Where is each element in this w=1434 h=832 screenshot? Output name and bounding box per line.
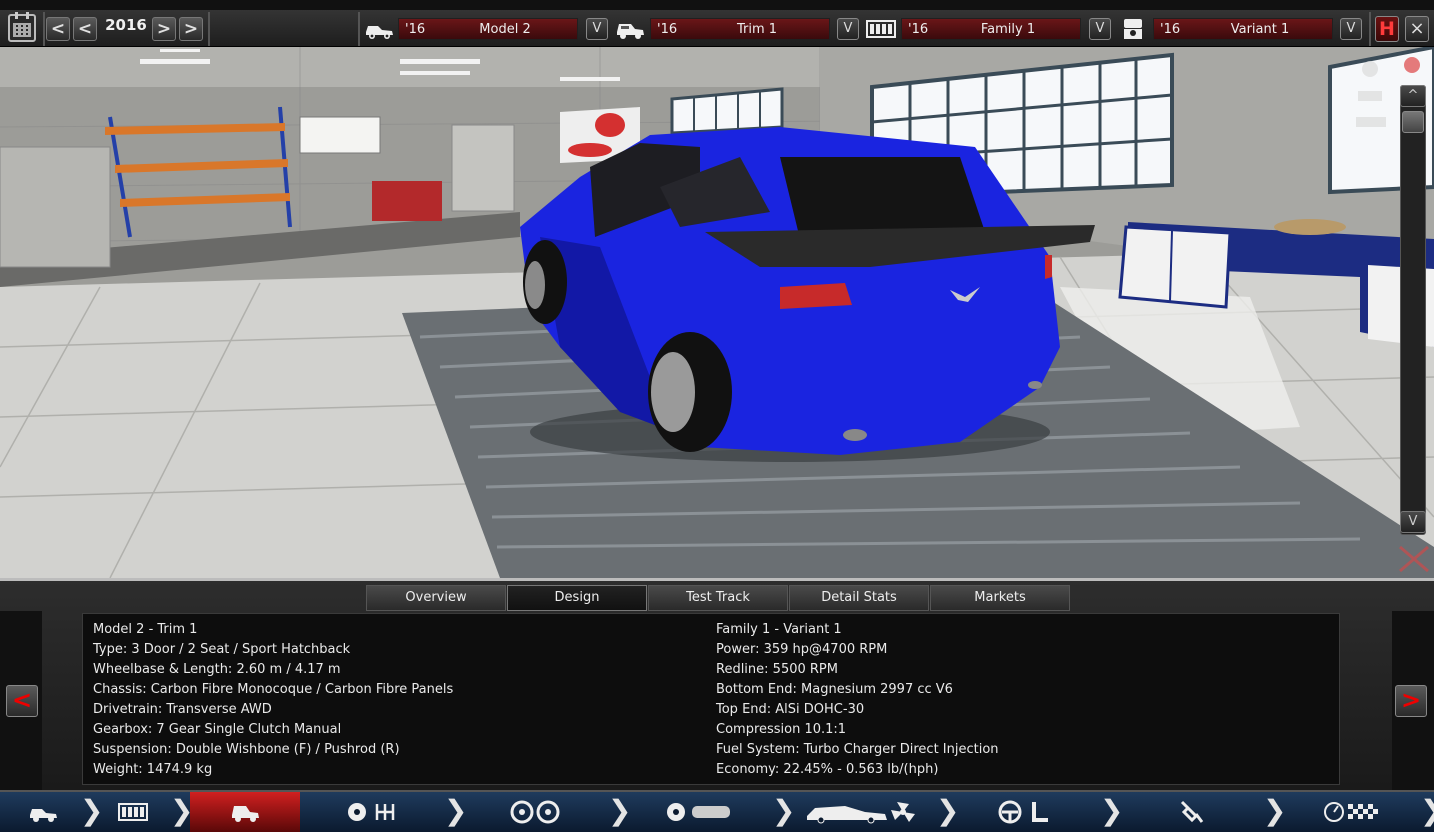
variant-dropdown-button[interactable]: V bbox=[1340, 18, 1362, 40]
model-selector[interactable]: '16 Model 2 bbox=[398, 18, 578, 40]
year-next-button[interactable]: > bbox=[152, 17, 176, 41]
chevron-right-icon: ❯ bbox=[936, 794, 960, 827]
variant-selector[interactable]: '16 Variant 1 bbox=[1153, 18, 1333, 40]
stat-line: Compression 10.1:1 bbox=[716, 722, 847, 737]
stat-line: Redline: 5500 RPM bbox=[716, 662, 838, 677]
stats-box: Model 2 - Trim 1 Type: 3 Door / 2 Seat /… bbox=[82, 613, 1340, 785]
model-year: '16 bbox=[405, 22, 426, 37]
trim-selector[interactable]: '16 Trim 1 bbox=[650, 18, 830, 40]
tab-test-track[interactable]: Test Track bbox=[648, 585, 788, 611]
trim-name: Trim 1 bbox=[736, 22, 778, 37]
camera-scrollbar[interactable] bbox=[1400, 85, 1426, 535]
stat-line: Type: 3 Door / 2 Seat / Sport Hatchback bbox=[93, 642, 351, 657]
car-stats-column: Model 2 - Trim 1 Type: 3 Door / 2 Seat /… bbox=[93, 620, 453, 780]
chevron-right-icon: ❯ bbox=[1100, 794, 1124, 827]
stat-line: Bottom End: Magnesium 2997 cc V6 bbox=[716, 682, 953, 697]
info-panel: Overview Design Test Track Detail Stats … bbox=[0, 578, 1434, 791]
stat-line: Family 1 - Variant 1 bbox=[716, 622, 842, 637]
chassis-step-icon[interactable] bbox=[666, 800, 732, 824]
model-name: Model 2 bbox=[479, 22, 531, 37]
chevron-right-icon: ❯ bbox=[444, 794, 468, 827]
variant-name: Variant 1 bbox=[1230, 22, 1290, 37]
year-prev-fast-button[interactable]: < bbox=[46, 17, 70, 41]
divider bbox=[43, 12, 45, 46]
camera-scroll-up-button[interactable]: ^ bbox=[1400, 85, 1426, 107]
tab-design[interactable]: Design bbox=[507, 585, 647, 611]
trim-year: '16 bbox=[657, 22, 678, 37]
top-toolbar: < < 2016 > > '16 Model 2 V '16 Trim 1 V … bbox=[0, 0, 1434, 47]
stat-line: Drivetrain: Transverse AWD bbox=[93, 702, 272, 717]
stat-line: Suspension: Double Wishbone (F) / Pushro… bbox=[93, 742, 400, 757]
chevron-right-icon: ❯ bbox=[1420, 794, 1434, 830]
garage-scene bbox=[0, 47, 1434, 578]
chevron-right-icon: ❯ bbox=[608, 794, 632, 827]
piston-icon bbox=[1120, 18, 1152, 40]
tab-overview[interactable]: Overview bbox=[366, 585, 506, 611]
engine-block-icon bbox=[866, 18, 898, 40]
stat-line: Economy: 22.45% - 0.563 lb/(hph) bbox=[716, 762, 939, 777]
variant-year: '16 bbox=[1160, 22, 1181, 37]
chevron-right-icon: ❯ bbox=[1263, 794, 1287, 827]
year-prev-button[interactable]: < bbox=[73, 17, 97, 41]
stat-line: Wheelbase & Length: 2.60 m / 4.17 m bbox=[93, 662, 341, 677]
car-model-icon bbox=[364, 18, 396, 40]
close-button[interactable]: × bbox=[1405, 16, 1429, 42]
engine-stats-column: Family 1 - Variant 1 Power: 359 hp@4700 … bbox=[716, 620, 999, 780]
stat-line: Chassis: Carbon Fibre Monocoque / Carbon… bbox=[93, 682, 454, 697]
chevron-right-icon: ❯ bbox=[170, 794, 194, 827]
car-trim-step-icon[interactable] bbox=[230, 800, 262, 824]
stat-line: Fuel System: Turbo Charger Direct Inject… bbox=[716, 742, 999, 757]
family-year: '16 bbox=[908, 22, 929, 37]
stat-line: Gearbox: 7 Gear Single Clutch Manual bbox=[93, 722, 342, 737]
wheels-step-icon[interactable] bbox=[510, 800, 562, 824]
divider bbox=[208, 12, 210, 46]
stat-line: Weight: 1474.9 kg bbox=[93, 762, 213, 777]
car-3d-viewport[interactable]: ^ V bbox=[0, 47, 1434, 578]
engine-family-step-icon[interactable] bbox=[118, 800, 150, 824]
car-trim-icon bbox=[615, 18, 647, 40]
chevron-right-icon: ❯ bbox=[772, 794, 796, 827]
year-display: 2016 bbox=[105, 16, 147, 34]
family-dropdown-button[interactable]: V bbox=[1089, 18, 1111, 40]
tab-detail-stats[interactable]: Detail Stats bbox=[789, 585, 929, 611]
stat-line: Top End: AlSi DOHC-30 bbox=[716, 702, 865, 717]
stat-line: Power: 359 hp@4700 RPM bbox=[716, 642, 888, 657]
camera-scroll-down-button[interactable]: V bbox=[1400, 511, 1426, 533]
calendar-icon[interactable] bbox=[8, 12, 36, 42]
chevron-right-icon: ❯ bbox=[80, 794, 104, 827]
stat-line: Model 2 - Trim 1 bbox=[93, 622, 198, 637]
top-strip bbox=[0, 0, 1434, 10]
car-model-step-icon[interactable] bbox=[28, 800, 60, 824]
divider bbox=[358, 12, 360, 46]
tab-markets[interactable]: Markets bbox=[930, 585, 1070, 611]
prev-page-button[interactable]: < bbox=[6, 685, 38, 717]
save-button[interactable]: H bbox=[1375, 16, 1399, 42]
test-flag-step-icon[interactable] bbox=[1322, 800, 1382, 824]
trim-dropdown-button[interactable]: V bbox=[837, 18, 859, 40]
body-fan-step-icon[interactable] bbox=[805, 800, 917, 824]
divider bbox=[1369, 12, 1371, 46]
info-tabs: Overview Design Test Track Detail Stats … bbox=[366, 585, 1071, 611]
gearbox-step-icon[interactable] bbox=[345, 800, 401, 824]
camera-scroll-thumb[interactable] bbox=[1402, 111, 1424, 133]
interior-step-icon[interactable] bbox=[998, 800, 1054, 824]
model-dropdown-button[interactable]: V bbox=[586, 18, 608, 40]
next-page-button[interactable]: > bbox=[1395, 685, 1427, 717]
suspension-step-icon[interactable] bbox=[1176, 800, 1206, 824]
family-name: Family 1 bbox=[980, 22, 1036, 37]
design-steps-bar: ❯ ❯ ❯ ❯ ❯ ❯ ❯ ❯ ❯ bbox=[0, 790, 1434, 832]
year-next-fast-button[interactable]: > bbox=[179, 17, 203, 41]
family-selector[interactable]: '16 Family 1 bbox=[901, 18, 1081, 40]
